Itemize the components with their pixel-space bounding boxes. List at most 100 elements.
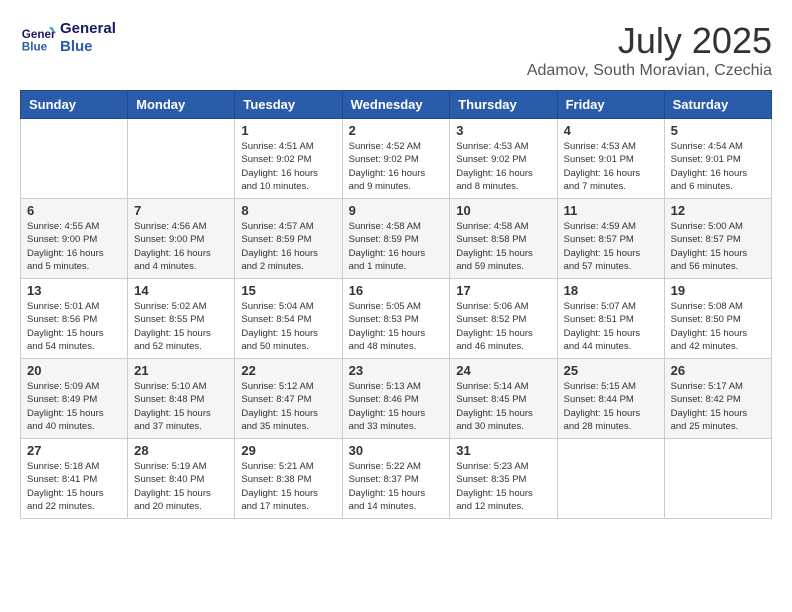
calendar-cell: 10 Sunrise: 4:58 AM Sunset: 8:58 PM Dayli…	[450, 199, 557, 279]
day-info: Sunrise: 4:53 AM Sunset: 9:01 PM Dayligh…	[564, 140, 658, 193]
weekday-header: Monday	[128, 91, 235, 119]
day-info: Sunrise: 5:06 AM Sunset: 8:52 PM Dayligh…	[456, 300, 550, 353]
location-subtitle: Adamov, South Moravian, Czechia	[527, 62, 772, 80]
day-number: 6	[27, 203, 121, 218]
logo: General Blue General Blue	[20, 20, 116, 56]
calendar-cell: 27 Sunrise: 5:18 AM Sunset: 8:41 PM Dayli…	[21, 439, 128, 519]
calendar-cell: 29 Sunrise: 5:21 AM Sunset: 8:38 PM Dayli…	[235, 439, 342, 519]
day-number: 29	[241, 443, 335, 458]
calendar-cell: 23 Sunrise: 5:13 AM Sunset: 8:46 PM Dayli…	[342, 359, 450, 439]
day-info: Sunrise: 5:22 AM Sunset: 8:37 PM Dayligh…	[349, 460, 444, 513]
day-number: 7	[134, 203, 228, 218]
calendar-week-row: 6 Sunrise: 4:55 AM Sunset: 9:00 PM Daylig…	[21, 199, 772, 279]
weekday-header: Tuesday	[235, 91, 342, 119]
page-header: General Blue General Blue July 2025 Adam…	[20, 20, 772, 80]
calendar-cell: 2Sunrise: 4:52 AM Sunset: 9:02 PM Daylig…	[342, 119, 450, 199]
calendar-cell: 13Sunrise: 5:01 AM Sunset: 8:56 PM Dayli…	[21, 279, 128, 359]
calendar-cell: 22 Sunrise: 5:12 AM Sunset: 8:47 PM Dayli…	[235, 359, 342, 439]
day-info: Sunrise: 5:12 AM Sunset: 8:47 PM Dayligh…	[241, 380, 335, 433]
day-number: 10	[456, 203, 550, 218]
day-number: 12	[671, 203, 765, 218]
day-info: Sunrise: 5:13 AM Sunset: 8:46 PM Dayligh…	[349, 380, 444, 433]
day-info: Sunrise: 4:59 AM Sunset: 8:57 PM Dayligh…	[564, 220, 658, 273]
calendar-week-row: 20Sunrise: 5:09 AM Sunset: 8:49 PM Dayli…	[21, 359, 772, 439]
day-number: 23	[349, 363, 444, 378]
calendar-cell: 19Sunrise: 5:08 AM Sunset: 8:50 PM Dayli…	[664, 279, 771, 359]
logo-blue: Blue	[60, 38, 116, 56]
calendar-cell: 7 Sunrise: 4:56 AM Sunset: 9:00 PM Daylig…	[128, 199, 235, 279]
day-info: Sunrise: 4:51 AM Sunset: 9:02 PM Dayligh…	[241, 140, 335, 193]
day-info: Sunrise: 5:10 AM Sunset: 8:48 PM Dayligh…	[134, 380, 228, 433]
logo-general: General	[60, 20, 116, 38]
calendar-cell: 1 Sunrise: 4:51 AM Sunset: 9:02 PM Daylig…	[235, 119, 342, 199]
weekday-header: Saturday	[664, 91, 771, 119]
calendar-week-row: 13Sunrise: 5:01 AM Sunset: 8:56 PM Dayli…	[21, 279, 772, 359]
calendar-cell: 24Sunrise: 5:14 AM Sunset: 8:45 PM Dayli…	[450, 359, 557, 439]
day-info: Sunrise: 4:52 AM Sunset: 9:02 PM Dayligh…	[349, 140, 444, 193]
calendar-cell: 30 Sunrise: 5:22 AM Sunset: 8:37 PM Dayli…	[342, 439, 450, 519]
day-info: Sunrise: 4:55 AM Sunset: 9:00 PM Dayligh…	[27, 220, 121, 273]
calendar-cell: 9 Sunrise: 4:58 AM Sunset: 8:59 PM Daylig…	[342, 199, 450, 279]
day-number: 1	[241, 123, 335, 138]
calendar-cell: 4Sunrise: 4:53 AM Sunset: 9:01 PM Daylig…	[557, 119, 664, 199]
day-info: Sunrise: 4:56 AM Sunset: 9:00 PM Dayligh…	[134, 220, 228, 273]
day-number: 22	[241, 363, 335, 378]
calendar-cell: 14 Sunrise: 5:02 AM Sunset: 8:55 PM Dayli…	[128, 279, 235, 359]
day-number: 27	[27, 443, 121, 458]
weekday-header: Sunday	[21, 91, 128, 119]
day-number: 8	[241, 203, 335, 218]
day-info: Sunrise: 5:18 AM Sunset: 8:41 PM Dayligh…	[27, 460, 121, 513]
day-number: 30	[349, 443, 444, 458]
day-number: 26	[671, 363, 765, 378]
day-number: 14	[134, 283, 228, 298]
day-info: Sunrise: 5:23 AM Sunset: 8:35 PM Dayligh…	[456, 460, 550, 513]
calendar-cell: 21Sunrise: 5:10 AM Sunset: 8:48 PM Dayli…	[128, 359, 235, 439]
day-info: Sunrise: 5:15 AM Sunset: 8:44 PM Dayligh…	[564, 380, 658, 433]
calendar-week-row: 27 Sunrise: 5:18 AM Sunset: 8:41 PM Dayli…	[21, 439, 772, 519]
day-number: 18	[564, 283, 658, 298]
calendar-cell: 18 Sunrise: 5:07 AM Sunset: 8:51 PM Dayli…	[557, 279, 664, 359]
day-number: 25	[564, 363, 658, 378]
calendar-cell: 8 Sunrise: 4:57 AM Sunset: 8:59 PM Daylig…	[235, 199, 342, 279]
calendar-cell: 3 Sunrise: 4:53 AM Sunset: 9:02 PM Daylig…	[450, 119, 557, 199]
calendar-cell: 16Sunrise: 5:05 AM Sunset: 8:53 PM Dayli…	[342, 279, 450, 359]
month-title: July 2025	[527, 20, 772, 62]
weekday-header: Thursday	[450, 91, 557, 119]
calendar-cell: 11 Sunrise: 4:59 AM Sunset: 8:57 PM Dayli…	[557, 199, 664, 279]
day-number: 3	[456, 123, 550, 138]
calendar-cell	[664, 439, 771, 519]
calendar-cell: 28Sunrise: 5:19 AM Sunset: 8:40 PM Dayli…	[128, 439, 235, 519]
day-info: Sunrise: 5:02 AM Sunset: 8:55 PM Dayligh…	[134, 300, 228, 353]
weekday-header: Friday	[557, 91, 664, 119]
day-info: Sunrise: 4:53 AM Sunset: 9:02 PM Dayligh…	[456, 140, 550, 193]
logo-icon: General Blue	[20, 20, 56, 56]
calendar-cell: 26 Sunrise: 5:17 AM Sunset: 8:42 PM Dayli…	[664, 359, 771, 439]
day-info: Sunrise: 5:05 AM Sunset: 8:53 PM Dayligh…	[349, 300, 444, 353]
day-number: 17	[456, 283, 550, 298]
day-info: Sunrise: 4:58 AM Sunset: 8:58 PM Dayligh…	[456, 220, 550, 273]
day-number: 11	[564, 203, 658, 218]
day-info: Sunrise: 5:21 AM Sunset: 8:38 PM Dayligh…	[241, 460, 335, 513]
svg-text:General: General	[22, 28, 56, 41]
calendar-cell	[557, 439, 664, 519]
day-info: Sunrise: 5:04 AM Sunset: 8:54 PM Dayligh…	[241, 300, 335, 353]
day-number: 31	[456, 443, 550, 458]
svg-text:Blue: Blue	[22, 41, 48, 54]
calendar-cell: 5Sunrise: 4:54 AM Sunset: 9:01 PM Daylig…	[664, 119, 771, 199]
day-info: Sunrise: 5:07 AM Sunset: 8:51 PM Dayligh…	[564, 300, 658, 353]
day-info: Sunrise: 5:09 AM Sunset: 8:49 PM Dayligh…	[27, 380, 121, 433]
day-info: Sunrise: 4:58 AM Sunset: 8:59 PM Dayligh…	[349, 220, 444, 273]
calendar-table: SundayMondayTuesdayWednesdayThursdayFrid…	[20, 90, 772, 519]
calendar-cell: 31 Sunrise: 5:23 AM Sunset: 8:35 PM Dayli…	[450, 439, 557, 519]
day-number: 15	[241, 283, 335, 298]
day-number: 24	[456, 363, 550, 378]
day-number: 9	[349, 203, 444, 218]
day-info: Sunrise: 4:57 AM Sunset: 8:59 PM Dayligh…	[241, 220, 335, 273]
calendar-cell: 15 Sunrise: 5:04 AM Sunset: 8:54 PM Dayli…	[235, 279, 342, 359]
calendar-cell: 20Sunrise: 5:09 AM Sunset: 8:49 PM Dayli…	[21, 359, 128, 439]
day-info: Sunrise: 5:01 AM Sunset: 8:56 PM Dayligh…	[27, 300, 121, 353]
day-number: 28	[134, 443, 228, 458]
calendar-cell	[128, 119, 235, 199]
calendar-cell: 17 Sunrise: 5:06 AM Sunset: 8:52 PM Dayli…	[450, 279, 557, 359]
day-info: Sunrise: 5:17 AM Sunset: 8:42 PM Dayligh…	[671, 380, 765, 433]
